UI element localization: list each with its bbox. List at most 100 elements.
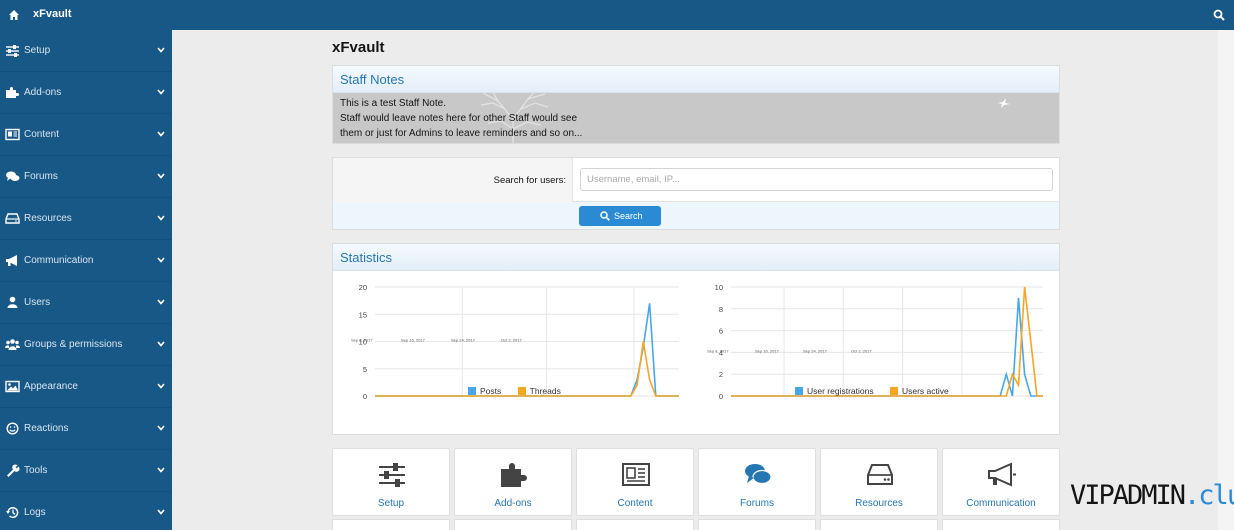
sidebar-item-setup[interactable]: Setup <box>0 30 172 72</box>
legend-item-threads[interactable]: Threads <box>517 386 561 396</box>
tile-add-ons[interactable]: Add-ons <box>454 448 572 516</box>
scrollbar[interactable] <box>1218 30 1234 530</box>
app-title[interactable]: xFvault <box>33 8 72 20</box>
home-icon[interactable] <box>8 9 20 21</box>
tile-label: Resources <box>855 498 903 509</box>
sidebar-item-communication[interactable]: Communication <box>0 240 172 282</box>
search-button-label: Search <box>614 211 643 221</box>
top-bar: xFvault <box>0 0 1234 30</box>
y-tick-label: 8 <box>719 305 723 314</box>
legend-item-posts[interactable]: Posts <box>468 386 501 396</box>
user-search-input[interactable] <box>580 168 1053 191</box>
sidebar-item-groups-permissions[interactable]: Groups & permissions <box>0 324 172 366</box>
staff-note-line: This is a test Staff Note. <box>340 98 446 109</box>
sidebar-item-appearance[interactable]: Appearance <box>0 366 172 408</box>
x-tick-label: Sep 16, 2017 <box>401 338 426 343</box>
sidebar-item-resources[interactable]: Resources <box>0 198 172 240</box>
tile-forums[interactable]: Forums <box>698 448 816 516</box>
posts-threads-legend: Posts Threads <box>468 386 575 396</box>
y-tick-label: 0 <box>363 392 367 401</box>
sidebar-item-tools[interactable]: Tools <box>0 450 172 492</box>
sidebar-item-label: Add-ons <box>24 87 62 98</box>
chevron-down-icon <box>157 89 165 95</box>
sidebar-item-label: Resources <box>24 213 72 224</box>
staff-notes-block: Staff Notes This is a test Staff Note. S… <box>332 65 1060 144</box>
legend-item-users-active[interactable]: Users active <box>889 386 949 396</box>
y-tick-label: 0 <box>719 392 723 401</box>
user-icon <box>7 296 18 308</box>
user-search-form: Search for users: Search <box>332 157 1060 230</box>
chevron-down-icon <box>157 215 165 221</box>
legend-label: User registrations <box>807 386 874 396</box>
tile-label: Content <box>617 498 653 509</box>
sliders-icon <box>379 463 405 487</box>
series-line-user-registrations <box>731 297 1043 397</box>
wrench-icon <box>7 464 20 477</box>
sliders-icon <box>6 45 19 57</box>
puzzle-icon <box>6 87 19 98</box>
user-search-footer: Search <box>333 202 1059 229</box>
y-tick-label: 20 <box>359 283 367 292</box>
history-icon <box>6 506 19 519</box>
chevron-down-icon <box>157 131 165 137</box>
bullhorn-icon <box>988 462 1016 487</box>
staff-notes-body: This is a test Staff Note. Staff would l… <box>333 93 1059 143</box>
user-search-row: Search for users: <box>333 158 1059 202</box>
y-tick-label: 2 <box>719 370 723 379</box>
watermark-logo: VIPADMIN.club <box>1070 480 1234 511</box>
sidebar-item-label: Communication <box>24 255 94 266</box>
tile-label: Setup <box>377 498 405 509</box>
sidebar-item-label: Users <box>24 297 51 308</box>
series-line-users-active <box>731 286 1043 397</box>
legend-label: Threads <box>529 386 561 396</box>
sidebar-item-users[interactable]: Users <box>0 282 172 324</box>
tile-content[interactable]: Content <box>576 448 694 516</box>
chevron-down-icon <box>157 173 165 179</box>
chevron-down-icon <box>157 509 165 515</box>
sidebar-item-forums[interactable]: Forums <box>0 156 172 198</box>
sidebar-item-add-ons[interactable]: Add-ons <box>0 72 172 114</box>
tile-resources[interactable]: Resources <box>820 448 938 516</box>
sidebar-item-reactions[interactable]: Reactions <box>0 408 172 450</box>
tile-communication[interactable]: Communication <box>942 448 1060 516</box>
chevron-down-icon <box>157 425 165 431</box>
statistics-heading: Statistics <box>333 244 1059 271</box>
chevron-down-icon <box>157 47 165 53</box>
tile-placeholder[interactable] <box>942 519 1060 530</box>
users-icon <box>5 339 20 350</box>
y-tick-label: 10 <box>715 283 723 292</box>
search-button[interactable]: Search <box>579 206 661 226</box>
search-icon[interactable] <box>1213 9 1225 21</box>
x-tick-label: Oct 2, 2017 <box>501 338 522 343</box>
y-tick-label: 6 <box>719 327 723 336</box>
sidebar-item-label: Groups & permissions <box>24 339 123 350</box>
x-tick-label: Sep 24, 2017 <box>451 338 476 343</box>
y-tick-label: 15 <box>359 310 367 319</box>
x-tick-label: Sep 16, 2017 <box>755 348 780 353</box>
smile-icon <box>6 422 19 435</box>
tile-placeholder[interactable] <box>576 519 694 530</box>
sidebar-item-label: Tools <box>24 465 48 476</box>
tile-placeholder[interactable] <box>454 519 572 530</box>
sidebar-item-logs[interactable]: Logs <box>0 492 172 530</box>
hdd-icon <box>5 213 20 224</box>
sidebar-item-label: Appearance <box>24 381 78 392</box>
comments-icon <box>745 464 772 485</box>
staff-note-line: Staff would leave notes here for other S… <box>340 113 578 124</box>
watermark-text: .club <box>1184 480 1234 511</box>
sidebar-item-label: Reactions <box>24 423 69 434</box>
statistics-block: Statistics 0 5 10 15 20 Sep 8, 2017 Sep 16, 20… <box>332 243 1060 435</box>
tile-setup[interactable]: Setup <box>332 448 450 516</box>
staff-notes-heading: Staff Notes <box>333 66 1059 93</box>
search-icon <box>600 211 610 221</box>
comments-icon <box>6 171 20 181</box>
tile-placeholder[interactable] <box>820 519 938 530</box>
hdd-icon <box>867 464 893 485</box>
chevron-down-icon <box>157 341 165 347</box>
sidebar-item-content[interactable]: Content <box>0 114 172 156</box>
tile-placeholder[interactable] <box>698 519 816 530</box>
users-chart: 0 2 4 6 8 10 Sep 8, 2017 Sep 16, 2017 Sep 24, 20… <box>703 274 1043 404</box>
tile-label: Add-ons <box>494 498 532 509</box>
legend-item-user-registrations[interactable]: User registrations <box>795 386 874 396</box>
tile-placeholder[interactable] <box>332 519 450 530</box>
